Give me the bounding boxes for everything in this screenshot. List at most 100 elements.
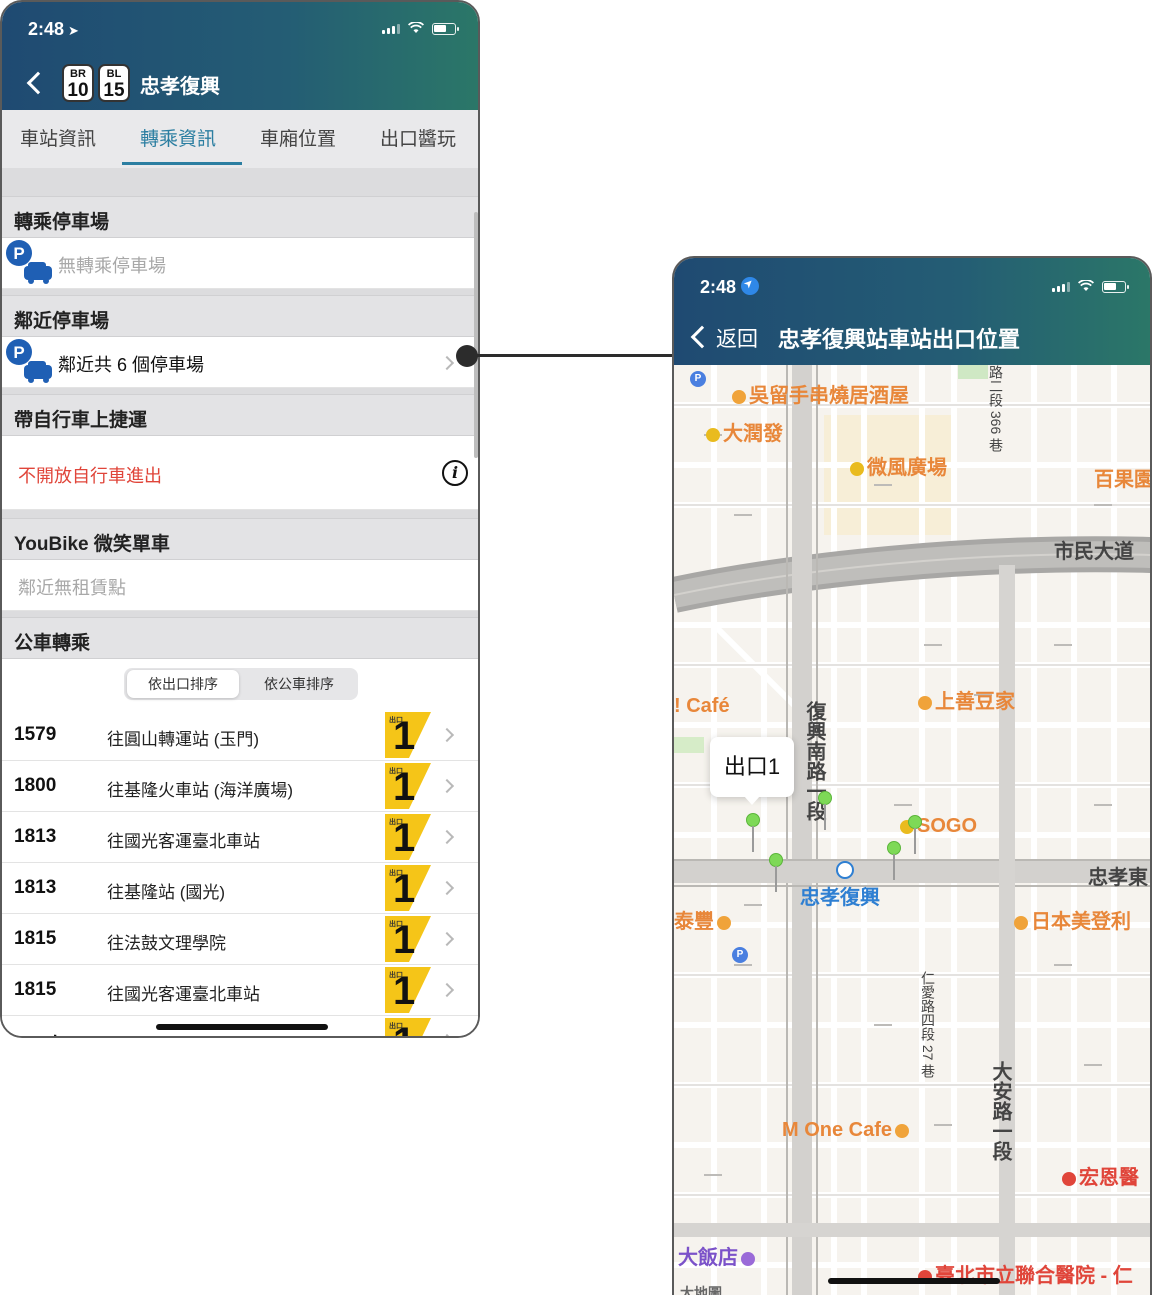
poi-da-run-fa[interactable]: 大潤發 [706, 417, 783, 446]
bus-route-number: 1800 [14, 775, 57, 796]
exit-number-badge: 出口1 [389, 969, 416, 1013]
exit-number-badge: 出口1 [389, 867, 416, 911]
hotel-icon [741, 1251, 755, 1266]
section-spacer [2, 168, 478, 196]
tab-exit-fun[interactable]: 出口醬玩 [380, 124, 456, 151]
restaurant-icon [1014, 915, 1028, 930]
parking-icon[interactable]: P [690, 371, 706, 387]
exit-map-screen: 2:48 返回 忠孝復興站車站出口位置 [672, 256, 1152, 1295]
signal-icon [1052, 282, 1070, 292]
shopping-icon [706, 427, 720, 442]
nav-header: 2:48 返回 忠孝復興站車站出口位置 [674, 258, 1150, 365]
sort-by-bus-button[interactable]: 依公車排序 [243, 670, 355, 698]
bus-route-row[interactable]: 1579 往圓山轉運站 (玉門) 出口 1 [2, 710, 478, 761]
tab-transfer-info[interactable]: 轉乘資訊 [140, 124, 216, 151]
section-youbike: YouBike 微笑單車 [2, 518, 478, 560]
bus-route-row[interactable]: 1813 往國光客運臺北車站 出口 1 [2, 812, 478, 863]
signal-icon [382, 24, 400, 34]
parking-icon: P [6, 339, 52, 383]
bus-destination: 往法鼓文理學院 [107, 934, 226, 953]
poi-breeze-center[interactable]: 微風廣場 [850, 451, 947, 480]
road-lane-366: 路二段 366 巷 [988, 365, 1004, 453]
section-nearby-parking: 鄰近停車場 [2, 295, 478, 337]
bike-policy: 不開放自行車進出 [18, 466, 162, 486]
road-zhongxiao-east: 忠孝東 [1088, 867, 1148, 889]
sort-toggle: 依出口排序 依公車排序 [124, 668, 358, 700]
status-bar: 2:48 [674, 258, 1150, 312]
station-transfer-screen: 2:48 ➤ BR 10 BL 15 忠孝復興 車站資訊 轉乘資訊 車廂位置 出口… [0, 0, 480, 1038]
cafe-icon [895, 1123, 910, 1138]
tab-station-info[interactable]: 車站資訊 [20, 124, 96, 151]
park-ride-value: 無轉乘停車場 [58, 256, 166, 276]
wifi-icon [1078, 280, 1094, 291]
exit-pin[interactable] [769, 853, 783, 893]
line-badge-brown: BR 10 [62, 64, 94, 102]
tab-bar: 車站資訊 轉乘資訊 車廂位置 出口醬玩 [2, 110, 478, 168]
wifi-icon [408, 22, 424, 33]
exit-number-badge: 出口1 [389, 1020, 415, 1036]
poi-hongen-hospital[interactable]: 宏恩醫 [1062, 1161, 1139, 1190]
chevron-right-icon [439, 880, 455, 896]
poi-cafe[interactable]: ! Café [674, 695, 730, 718]
bus-route-number: 1815 [14, 979, 57, 1000]
chevron-right-icon [439, 829, 455, 845]
restaurant-icon [717, 915, 731, 930]
status-time: 2:48 ➤ [28, 19, 79, 39]
youbike-value: 鄰近無租賃點 [18, 578, 126, 598]
poi-baiguo[interactable]: 百果園 [1094, 463, 1150, 492]
nearby-parking-row[interactable]: P 鄰近共 6 個停車場 [2, 337, 478, 388]
poi-m-one-cafe[interactable]: M One Cafe [782, 1119, 912, 1142]
bus-route-row[interactable]: 1800 往基隆火車站 (海洋廣場) 出口 1 [2, 761, 478, 812]
home-indicator [156, 1024, 328, 1030]
sort-by-exit-button[interactable]: 依出口排序 [127, 670, 239, 698]
exit-number-badge: 出口1 [389, 918, 416, 962]
nav-header: 2:48 ➤ BR 10 BL 15 忠孝復興 [2, 2, 478, 110]
section-bike: 帶自行車上捷運 [2, 394, 478, 436]
svg-text:P: P [13, 343, 24, 362]
connector-dot [456, 345, 478, 367]
exit-pin[interactable] [908, 815, 922, 855]
bus-destination: 往基隆站 (國光) [107, 883, 226, 902]
metro-station-icon[interactable] [836, 861, 854, 879]
tab-car-position[interactable]: 車廂位置 [260, 124, 336, 151]
exit-pin[interactable] [818, 791, 832, 831]
station-title: 忠孝復興 [140, 76, 220, 98]
poi-taifeng[interactable]: 泰豐 [674, 905, 734, 934]
poi-shangshan[interactable]: 上善豆家 [918, 685, 1015, 714]
poi-japan-meideng[interactable]: 日本美登利 [1014, 905, 1131, 934]
poi-hotel[interactable]: 大飯店 [678, 1241, 758, 1270]
section-park-ride: 轉乘停車場 [2, 196, 478, 238]
back-chevron-icon[interactable] [690, 325, 714, 349]
bus-route-row[interactable]: 1815 往國光客運臺北車站 出口 1 [2, 965, 478, 1016]
bus-destination: 往國光客運臺北車站 [107, 832, 260, 851]
map-view[interactable]: 市民大道 復興南路一段 忠孝東 路二段 366 巷 仁愛路四段 27 巷 大安路… [674, 365, 1150, 1295]
metro-station-label[interactable]: 忠孝復興 [800, 881, 880, 910]
exit-pin[interactable] [746, 813, 760, 853]
battery-icon [1102, 281, 1129, 293]
transfer-content: 轉乘停車場 P 無轉乘停車場 鄰近停車場 P 鄰近共 6 個停車場 帶自行車上捷… [2, 168, 478, 1036]
bus-destination: 往圓山轉運站 (玉門) [107, 730, 260, 749]
bike-row: 不開放自行車進出 i [2, 436, 478, 510]
chevron-right-icon [439, 355, 455, 371]
bus-route-row[interactable]: 1815 往法鼓文理學院 出口 1 [2, 914, 478, 965]
page-title: 忠孝復興站車站出口位置 [778, 327, 1021, 352]
back-chevron-icon[interactable] [26, 71, 50, 95]
scrollbar[interactable] [474, 212, 478, 458]
exit-callout[interactable]: 出口1 [710, 737, 794, 805]
park-ride-row: P 無轉乘停車場 [2, 238, 478, 289]
bus-route-row[interactable]: 1813 往基隆站 (國光) 出口 1 [2, 863, 478, 914]
exit-pin[interactable] [887, 841, 901, 881]
poi-izakaya[interactable]: 吳留手串燒居酒屋 [732, 379, 909, 408]
svg-text:P: P [13, 244, 24, 263]
map-label-bottom: 大地圖 [680, 1285, 722, 1295]
chevron-right-icon [439, 931, 455, 947]
road-renai-lane-27: 仁愛路四段 27 巷 [920, 971, 936, 1079]
bus-route-number: 1815 [14, 928, 57, 949]
restaurant-icon [732, 389, 746, 404]
back-button[interactable]: 返回 [716, 323, 758, 353]
road-daan: 大安路一段 [989, 1061, 1011, 1161]
exit-number-badge: 出口1 [389, 816, 416, 860]
info-icon[interactable]: i [442, 460, 468, 486]
exit-number-badge: 出口1 [389, 765, 416, 809]
parking-icon[interactable]: P [732, 947, 748, 963]
